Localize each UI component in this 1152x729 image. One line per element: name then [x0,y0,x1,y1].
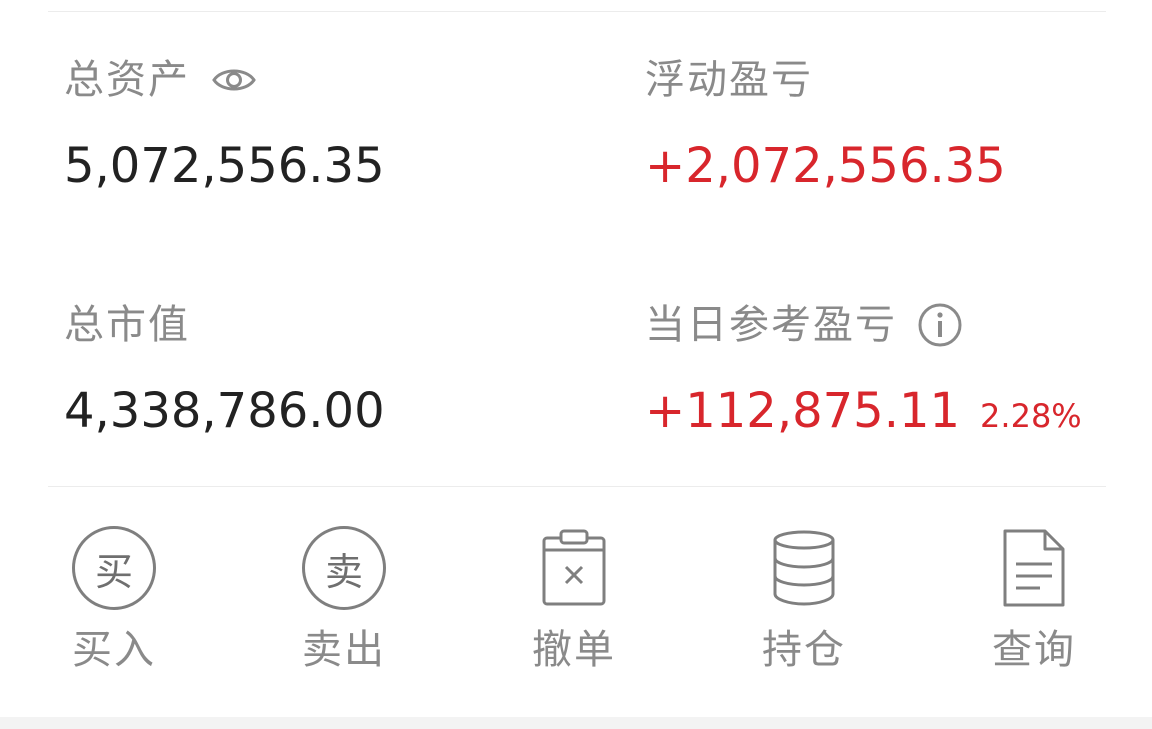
total-assets-block: 总资产 5,072,556.35 [64,50,385,196]
holdings-label: 持仓 [762,627,846,673]
floating-pnl-label: 浮动盈亏 [645,57,813,103]
buy-button[interactable]: 买 买入 [44,525,184,675]
account-summary-panel: 总资产 5,072,556.35 浮动盈亏 +2,072,556.35 总市值 … [0,0,1152,729]
buy-label: 买入 [72,627,156,673]
total-assets-value: 5,072,556.35 [64,138,385,194]
query-button[interactable]: 查询 [964,525,1104,675]
sell-circle-icon: 卖 [294,525,394,611]
daily-pnl-percent: 2.28% [980,397,1082,435]
cancel-order-button[interactable]: 撤单 [504,525,644,675]
cancel-order-clipboard-icon [524,525,624,611]
floating-pnl-value: +2,072,556.35 [645,138,1006,194]
bottom-separator-band [0,717,1152,729]
floating-pnl-block: 浮动盈亏 +2,072,556.35 [645,50,1006,196]
query-document-icon [984,525,1084,611]
total-market-value-value: 4,338,786.00 [64,383,385,439]
total-market-value-block: 总市值 4,338,786.00 [64,295,385,441]
sell-label: 卖出 [302,627,386,673]
sell-button[interactable]: 卖 卖出 [274,525,414,675]
info-icon[interactable] [917,295,963,355]
daily-pnl-value: +112,875.11 [645,383,961,439]
eye-icon[interactable] [212,50,256,110]
daily-pnl-label: 当日参考盈亏 [645,302,897,348]
holdings-button[interactable]: 持仓 [734,525,874,675]
total-market-value-label: 总市值 [64,302,190,348]
total-assets-label: 总资产 [64,57,190,103]
cancel-order-label: 撤单 [532,627,616,673]
action-bar: 买 买入 卖 卖出 撤单 持仓 查询 [0,487,1152,717]
holdings-database-icon [754,525,854,611]
top-divider [48,11,1106,12]
buy-circle-icon: 买 [64,525,164,611]
daily-pnl-block: 当日参考盈亏 +112,875.11 2.28% [645,295,1082,441]
query-label: 查询 [992,627,1076,673]
